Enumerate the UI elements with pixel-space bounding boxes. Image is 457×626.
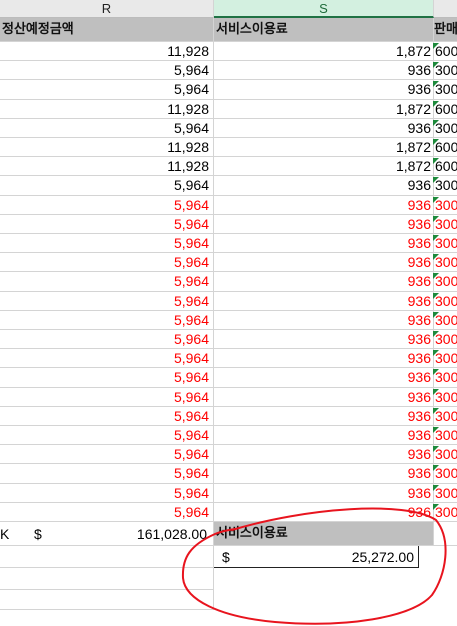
header-service-fee[interactable]: 서비스이용료 [214, 18, 434, 42]
header-settlement-amount[interactable]: 정산예정금액 [0, 18, 214, 42]
cell-service-fee[interactable]: 1,872 [214, 157, 434, 177]
cell-settlement-amount[interactable]: 5,964 [0, 272, 214, 292]
comment-indicator-icon [433, 81, 439, 88]
comment-indicator-icon [433, 254, 439, 261]
comment-indicator-icon [433, 292, 439, 299]
cell-settlement-amount[interactable]: 5,964 [0, 310, 214, 330]
cell-service-fee[interactable]: 936 [214, 272, 434, 292]
summary-r-total: 161,028.00 [136, 526, 207, 542]
comment-indicator-icon [433, 62, 439, 69]
comment-indicator-icon [433, 427, 439, 433]
cell-settlement-amount[interactable]: 11,928 [0, 99, 214, 119]
cell-settlement-amount[interactable]: 5,964 [0, 291, 214, 311]
cell-service-fee[interactable]: 936 [214, 368, 434, 388]
cell-service-fee[interactable]: 936 [214, 445, 434, 465]
cell-settlement-amount[interactable]: 5,964 [0, 80, 214, 100]
comment-indicator-icon [433, 331, 439, 337]
cell-settlement-amount[interactable]: 5,964 [0, 502, 214, 522]
cell-service-fee[interactable]: 936 [214, 214, 434, 234]
column-header-s[interactable]: S [214, 0, 434, 18]
cell-service-fee[interactable]: 936 [214, 118, 434, 138]
cell-service-fee[interactable]: 936 [214, 310, 434, 330]
summary-s-currency: $ [222, 549, 230, 565]
comment-indicator-icon [433, 177, 439, 184]
cell-settlement-amount[interactable]: 5,964 [0, 464, 214, 484]
empty-row-1[interactable] [0, 546, 214, 568]
comment-indicator-icon [433, 407, 439, 414]
comment-indicator-icon [433, 465, 439, 472]
cell-service-fee[interactable]: 936 [214, 387, 434, 407]
cell-settlement-amount[interactable]: 5,964 [0, 445, 214, 465]
comment-indicator-icon [433, 215, 439, 222]
cell-settlement-amount[interactable]: 5,964 [0, 330, 214, 350]
empty-row-3[interactable] [0, 590, 214, 610]
summary-s-total: 25,272.00 [351, 549, 414, 565]
comment-indicator-icon [433, 446, 439, 453]
cell-settlement-amount[interactable]: 5,964 [0, 426, 214, 446]
summary-service-fee-value[interactable]: $ 25,272.00 [214, 546, 419, 568]
cell-service-fee[interactable]: 936 [214, 349, 434, 369]
cell-service-fee[interactable]: 936 [214, 464, 434, 484]
comment-indicator-icon [433, 350, 439, 357]
cell-settlement-amount[interactable]: 5,964 [0, 483, 214, 503]
cell-settlement-amount[interactable]: 5,964 [0, 368, 214, 388]
cell-settlement-amount[interactable]: 11,928 [0, 138, 214, 158]
cell-service-fee[interactable]: 936 [214, 234, 434, 254]
column-header-r[interactable]: R [0, 0, 214, 18]
cell-service-fee[interactable]: 936 [214, 330, 434, 350]
summary-left-label: K [0, 526, 10, 542]
cell-service-fee[interactable]: 936 [214, 195, 434, 215]
comment-indicator-icon [433, 369, 439, 376]
summary-service-fee-header[interactable]: 서비스이용료 [214, 522, 434, 546]
comment-indicator-icon [433, 484, 439, 491]
column-header-t[interactable] [434, 0, 457, 18]
cell-settlement-amount[interactable]: 5,964 [0, 214, 214, 234]
cell-service-fee[interactable]: 936 [214, 502, 434, 522]
cell-service-fee[interactable]: 936 [214, 426, 434, 446]
cell-service-fee[interactable]: 936 [214, 61, 434, 81]
comment-indicator-icon [433, 196, 439, 203]
cell-settlement-amount[interactable]: 5,964 [0, 387, 214, 407]
empty-row-2[interactable] [0, 568, 214, 590]
cell-service-fee[interactable]: 1,872 [214, 99, 434, 119]
cell-service-fee[interactable]: 936 [214, 80, 434, 100]
cell-settlement-amount[interactable]: 5,964 [0, 195, 214, 215]
comment-indicator-icon [433, 388, 439, 395]
cell-settlement-amount[interactable]: 5,964 [0, 234, 214, 254]
comment-indicator-icon [433, 158, 439, 165]
comment-indicator-icon [433, 273, 439, 280]
comment-indicator-icon [433, 311, 439, 318]
comment-indicator-icon [433, 100, 439, 107]
comment-indicator-icon [433, 119, 439, 126]
cell-settlement-amount[interactable]: 5,964 [0, 118, 214, 138]
cell-settlement-amount[interactable]: 11,928 [0, 42, 214, 62]
cell-service-fee[interactable]: 936 [214, 176, 434, 196]
cell-service-fee[interactable]: 936 [214, 291, 434, 311]
cell-service-fee[interactable]: 1,872 [214, 42, 434, 62]
header-sales[interactable]: 판매 [434, 18, 457, 42]
comment-indicator-icon [433, 503, 439, 510]
comment-indicator-icon [433, 235, 439, 241]
cell-settlement-amount[interactable]: 5,964 [0, 349, 214, 369]
cell-settlement-amount[interactable]: 5,964 [0, 61, 214, 81]
cell-service-fee[interactable]: 1,872 [214, 138, 434, 158]
cell-service-fee[interactable]: 936 [214, 483, 434, 503]
spreadsheet-grid: R S 정산예정금액 서비스이용료 판매 11,928 1,872 600 5,964… [0, 0, 457, 626]
cell-settlement-amount[interactable]: 5,964 [0, 406, 214, 426]
summary-r-currency: $ [34, 526, 42, 542]
comment-indicator-icon [433, 43, 439, 49]
summary-row-t[interactable] [434, 522, 457, 546]
cell-service-fee[interactable]: 936 [214, 253, 434, 273]
cell-service-fee[interactable]: 936 [214, 406, 434, 426]
cell-settlement-amount[interactable]: 5,964 [0, 253, 214, 273]
cell-settlement-amount[interactable]: 11,928 [0, 157, 214, 177]
comment-indicator-icon [433, 139, 439, 145]
summary-row-r[interactable]: K $ 161,028.00 [0, 522, 214, 546]
cell-settlement-amount[interactable]: 5,964 [0, 176, 214, 196]
